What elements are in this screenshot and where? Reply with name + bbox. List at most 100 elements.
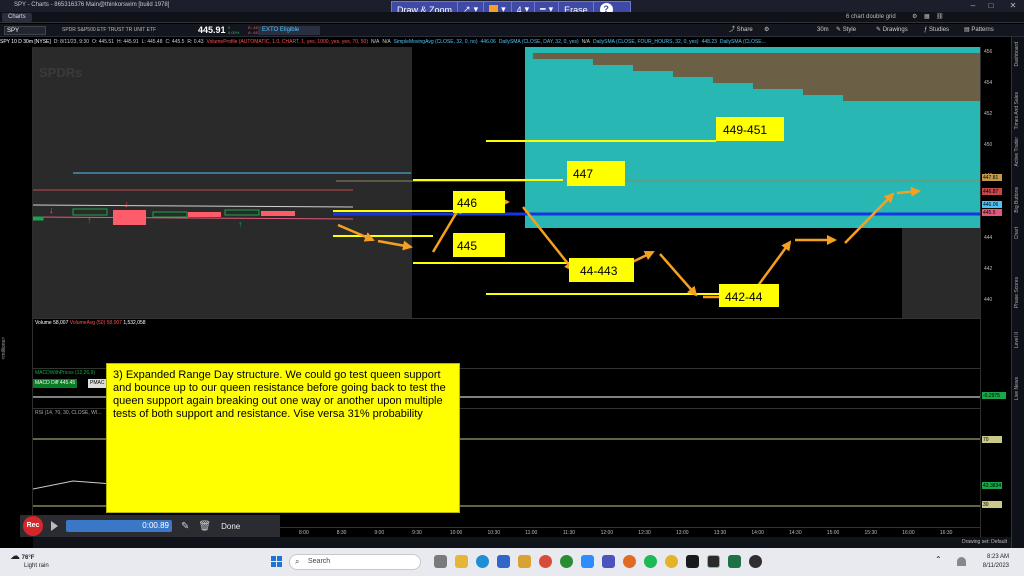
study-label[interactable]: O: 445.51	[92, 39, 114, 45]
price-scale[interactable]: 456454452450448446444442440 447.81446.87…	[980, 47, 1011, 537]
studies-button[interactable]: ƒ Studies	[924, 26, 949, 35]
tab-charts[interactable]: Charts	[2, 13, 32, 22]
link-icon[interactable]: ⛓	[936, 13, 944, 22]
edge-icon[interactable]	[476, 555, 489, 568]
gear-icon[interactable]: ⚙	[912, 13, 917, 22]
aggregation-select[interactable]: 30m	[817, 26, 829, 35]
up-arrow-icon: ↑	[87, 215, 92, 225]
drawings-button[interactable]: ✎ Drawings	[876, 26, 908, 35]
rsi-marker: 30	[983, 502, 989, 508]
firefox-icon[interactable]	[623, 555, 636, 568]
study-label[interactable]: 446.06	[481, 39, 496, 45]
trash-icon[interactable]: 🗑	[198, 521, 211, 532]
price-chart[interactable]: SPDRs ↓ ↓ ↑ ↑ 449-451 447 446 445 44-443…	[33, 47, 980, 318]
windows-start-icon[interactable]	[271, 556, 282, 567]
study-label[interactable]: DailySMA (CLOSE, DAY, 32, 0, yes)	[499, 39, 579, 45]
style-button[interactable]: ✎ Style	[836, 26, 856, 35]
taskbar-search[interactable]: ⌕ Search	[289, 554, 421, 570]
side-panel-tab[interactable]: Phase Scores	[1014, 277, 1020, 308]
minimize-icon[interactable]: –	[966, 0, 980, 12]
study-label[interactable]: L: 445.48	[142, 39, 163, 45]
store-icon[interactable]	[497, 555, 510, 568]
time-tick: 15:00	[826, 530, 840, 536]
weather-widget[interactable]: ☁ 76°F Light rain	[10, 551, 49, 570]
macd-label: MACDWithPrices (12,26,9)	[35, 370, 96, 376]
close-icon[interactable]: ✕	[1006, 0, 1020, 12]
teams-icon[interactable]	[602, 555, 615, 568]
price-tick: 444	[984, 235, 993, 241]
play-icon[interactable]	[51, 521, 58, 531]
study-label[interactable]: DailySMA (CLOSE, FOUR_HOURS, 32, 0, yes)	[593, 39, 699, 45]
side-panel-tab[interactable]: Level II	[1014, 332, 1020, 348]
time-tick: 16:30	[939, 530, 953, 536]
price-tick: 452	[984, 111, 993, 117]
status-bar: Drawing set: Default	[33, 537, 1011, 548]
price-marker: 446.06	[983, 202, 999, 208]
explorer-icon[interactable]	[518, 555, 531, 568]
zoom-icon[interactable]	[581, 555, 594, 568]
volume-panel[interactable]: Volume 58,007 VolumeAvg (50) 58,007 1,53…	[33, 318, 980, 368]
tradestation-icon[interactable]	[686, 555, 699, 568]
studies-header: SPY 10 D 30m [NYSE] D: 8/11/23, 9:30 O: 44…	[0, 38, 982, 47]
study-label: SPY 10 D 30m [NYSE]	[0, 39, 51, 45]
study-label[interactable]: N/A	[582, 39, 590, 45]
task-view-icon[interactable]	[434, 555, 447, 568]
chrome-icon[interactable]	[665, 555, 678, 568]
side-panel-tab[interactable]: Times And Sales	[1014, 92, 1020, 129]
excel-icon[interactable]	[728, 555, 741, 568]
record-button[interactable]: Rec	[23, 516, 43, 536]
exto-eligible-button[interactable]: EXTO Eligible	[258, 26, 320, 35]
cloud-rain-icon: ☁	[10, 551, 20, 562]
file-explorer-icon[interactable]	[455, 555, 468, 568]
time-tick: 12:30	[638, 530, 651, 536]
studies-label: Studies	[929, 27, 950, 33]
pencil-icon[interactable]: ✎	[181, 521, 189, 532]
side-panel-tab[interactable]: Active Trader	[1014, 137, 1020, 166]
pmac-button[interactable]: PMAC	[88, 379, 107, 388]
wifi-icon[interactable]	[957, 557, 966, 566]
patterns-button[interactable]: ▤ Patterns	[964, 26, 994, 35]
time-tick: 8:30	[336, 530, 347, 536]
time-tick: 16:00	[902, 530, 915, 536]
side-panel-tab[interactable]: Live News	[1014, 377, 1020, 400]
study-label[interactable]: VolumeProfile (AUTOMATIC, 1.0, CHART, 1,…	[207, 39, 368, 45]
chevron-up-icon[interactable]: ⌃	[935, 555, 942, 564]
study-label[interactable]: DailySMA (CLOSE...	[720, 39, 766, 45]
settings-icon[interactable]: ⚙	[764, 26, 769, 35]
study-label[interactable]: H: 445.91	[117, 39, 139, 45]
right-side-panel: Live News Level II Phase Scores Chart Big Bu…	[1011, 37, 1024, 556]
study-label[interactable]: D: 8/11/23, 9:30	[54, 39, 89, 45]
study-label[interactable]: N/A	[371, 39, 379, 45]
premarket-shading	[33, 47, 412, 318]
done-button[interactable]: Done	[221, 522, 240, 531]
study-label[interactable]: 448.23	[702, 39, 717, 45]
change-pct: 0.00%	[228, 30, 240, 35]
annotation-note[interactable]: 3) Expanded Range Day structure. We coul…	[106, 363, 460, 513]
side-panel-tab[interactable]: Dashboard	[1014, 42, 1020, 66]
chrome-icon[interactable]	[539, 555, 552, 568]
macd-diff-badge: MACD Diff 445.45	[33, 379, 78, 388]
candle	[113, 210, 146, 225]
study-label[interactable]: C: 445.5	[166, 39, 185, 45]
grid-layout-label[interactable]: 6 chart double grid	[846, 13, 896, 22]
xbox-icon[interactable]	[560, 555, 573, 568]
study-label[interactable]: SimpleMovingAvg (CLOSE, 32, 0, no)	[394, 39, 478, 45]
study-label[interactable]: N/A	[382, 39, 390, 45]
drawing-set-label[interactable]: Drawing set: Default	[962, 539, 1007, 545]
study-label[interactable]: R: 0.43	[187, 39, 203, 45]
grid-icon[interactable]: ▦	[924, 13, 930, 22]
recording-progress[interactable]: 0:00.89	[66, 520, 172, 532]
side-panel-tab[interactable]: Chart	[1014, 227, 1020, 239]
weather-temp: 76°F	[21, 555, 35, 561]
maximize-icon[interactable]: □	[984, 0, 998, 12]
time-tick: 9:00	[374, 530, 385, 536]
volume-avg-label: VolumeAvg (50)	[69, 320, 106, 326]
taskbar-clock[interactable]: 8:23 AM 8/11/2023	[983, 553, 1009, 571]
side-panel-tab[interactable]: Big Buttons	[1014, 187, 1020, 213]
thinkorswim-icon[interactable]	[707, 555, 720, 568]
share-button[interactable]: ⤴ Share	[729, 26, 753, 35]
symbol-input[interactable]: SPY	[4, 26, 46, 35]
spotify-icon[interactable]	[644, 555, 657, 568]
obs-icon[interactable]	[749, 555, 762, 568]
price-tick: 440	[984, 297, 993, 303]
